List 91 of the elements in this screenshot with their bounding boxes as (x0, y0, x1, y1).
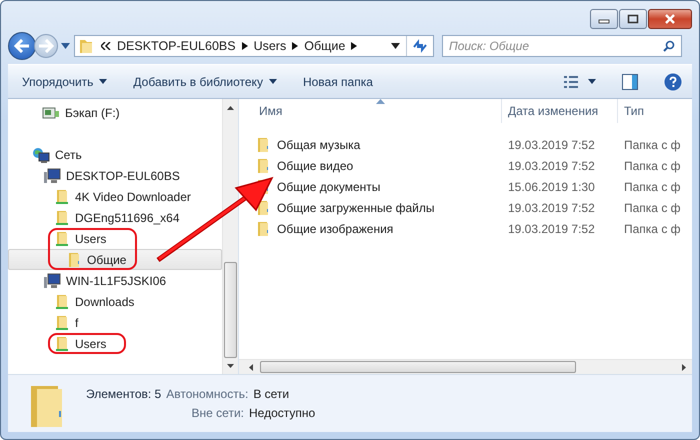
folder-icon (66, 252, 82, 268)
shared-folder-icon (54, 336, 70, 352)
file-row[interactable]: Общие загруженные файлы 19.03.2019 7:52 Папка с ф (239, 197, 692, 218)
field-label: Вне сети: (190, 406, 244, 420)
help-icon (664, 72, 682, 90)
file-name-cell: Общие загруженные файлы (239, 200, 501, 216)
column-header[interactable]: Имя (239, 99, 501, 123)
shared-folder-icon (54, 230, 70, 246)
dropdown-caret-icon[interactable] (391, 43, 400, 49)
back-arrow-icon (14, 39, 30, 53)
tree-item[interactable]: WIN-1L1F5JSKI06 (8, 270, 222, 291)
file-row[interactable]: Общие изображения 19.03.2019 7:52 Папка с ф (239, 218, 692, 239)
computer-icon (43, 168, 61, 184)
file-name-cell: Общие изображения (239, 220, 501, 236)
toolbar-button[interactable]: Упорядочить (22, 74, 108, 88)
type-cell-text: Папка с ф (623, 138, 681, 152)
folder-icon (79, 38, 93, 54)
network-icon (32, 146, 50, 162)
vertical-scrollbar[interactable] (222, 99, 238, 374)
forward-arrow-icon (38, 39, 54, 53)
maximize-icon (627, 14, 639, 24)
tree-item[interactable]: DESKTOP-EUL60BS (8, 165, 222, 186)
back-button[interactable] (8, 32, 36, 60)
item-count: Элементов: 5 (86, 387, 162, 401)
search-icon (663, 40, 675, 52)
separator-arrow-icon[interactable] (292, 42, 298, 50)
column-header[interactable]: Дата изменения (501, 99, 617, 123)
separator-arrow-icon[interactable] (351, 42, 358, 50)
scroll-down-icon[interactable] (227, 364, 234, 368)
scroll-up-icon[interactable] (227, 106, 234, 110)
field-value: В сети (253, 387, 290, 401)
date-cell-text: 19.03.2019 7:52 (507, 158, 596, 172)
date-cell-text: 19.03.2019 7:52 (507, 138, 596, 152)
field-value: Недоступно (249, 406, 316, 420)
file-name-cell: Общие видео (239, 158, 501, 174)
tree-item[interactable]: f (8, 312, 222, 333)
caret-icon[interactable] (61, 43, 70, 49)
close-button[interactable] (648, 9, 692, 29)
sort-arrow-icon (376, 99, 385, 104)
tree-item[interactable]: Общие (8, 249, 222, 270)
separator-arrow-icon[interactable] (242, 42, 248, 50)
column-header[interactable]: Тип (617, 99, 644, 123)
scroll-thumb[interactable] (224, 262, 237, 358)
minimize-button[interactable] (590, 9, 618, 29)
computer-icon (43, 272, 61, 288)
view-options-button[interactable] (564, 76, 596, 88)
type-cell-text: Папка с ф (623, 200, 681, 214)
toolbar-button[interactable]: Добавить в библиотеку (133, 74, 277, 88)
date-cell-text: 19.03.2019 7:52 (507, 200, 596, 214)
horizontal-scrollbar[interactable] (239, 359, 692, 374)
close-icon (664, 14, 676, 24)
tree-item[interactable]: Бэкап (F:) (8, 102, 222, 123)
shared-folder-icon (54, 294, 70, 310)
field-label: Автономность: (166, 387, 248, 401)
breadcrumb[interactable]: Users (254, 39, 286, 53)
refresh-icon (412, 39, 428, 53)
caret-icon (99, 79, 108, 84)
preview-pane-button[interactable] (622, 74, 638, 90)
tree-item[interactable]: Сеть (8, 144, 222, 165)
address-bar[interactable]: DESKTOP-EUL60BS Users Общие (74, 35, 434, 57)
breadcrumb[interactable]: Общие (304, 39, 346, 53)
toolbar-button[interactable]: Новая папка (302, 74, 373, 88)
breadcrumb[interactable]: DESKTOP-EUL60BS (117, 39, 236, 53)
preview-pane-icon (622, 74, 638, 90)
drive-icon (42, 106, 60, 120)
tree-item[interactable]: Downloads (8, 291, 222, 312)
tree-item[interactable]: Users (8, 228, 222, 249)
chevron-icon (101, 42, 111, 50)
date-cell-text: 19.03.2019 7:52 (507, 222, 596, 236)
tree-item[interactable]: Users (8, 333, 222, 354)
shared-folder-icon (54, 188, 70, 204)
date-cell-text: 15.06.2019 1:30 (507, 180, 596, 194)
details-view-icon (564, 76, 578, 88)
type-cell-text: Папка с ф (623, 158, 681, 172)
tree-item[interactable]: 4K Video Downloader (8, 186, 222, 207)
maximize-button[interactable] (619, 9, 647, 29)
type-cell-text: Папка с ф (623, 222, 681, 236)
shared-folder-icon (54, 314, 70, 330)
shared-folder-icon (54, 210, 70, 226)
scroll-thumb[interactable] (260, 361, 576, 373)
caret-icon (268, 79, 277, 84)
tree-item[interactable]: DGEng511696_x64 (8, 207, 222, 228)
file-row[interactable]: Общие видео 19.03.2019 7:52 Папка с ф (239, 155, 692, 176)
search-field[interactable]: Поиск: Общие (442, 35, 682, 57)
type-cell-text: Папка с ф (623, 180, 681, 194)
file-name-cell: Общая музыка (239, 136, 501, 152)
scroll-right-icon[interactable] (682, 364, 686, 370)
file-row[interactable]: Общая музыка 19.03.2019 7:52 Папка с ф (239, 134, 692, 155)
caret-icon (588, 79, 596, 84)
scroll-left-icon[interactable] (249, 364, 253, 370)
help-button[interactable] (664, 72, 682, 90)
